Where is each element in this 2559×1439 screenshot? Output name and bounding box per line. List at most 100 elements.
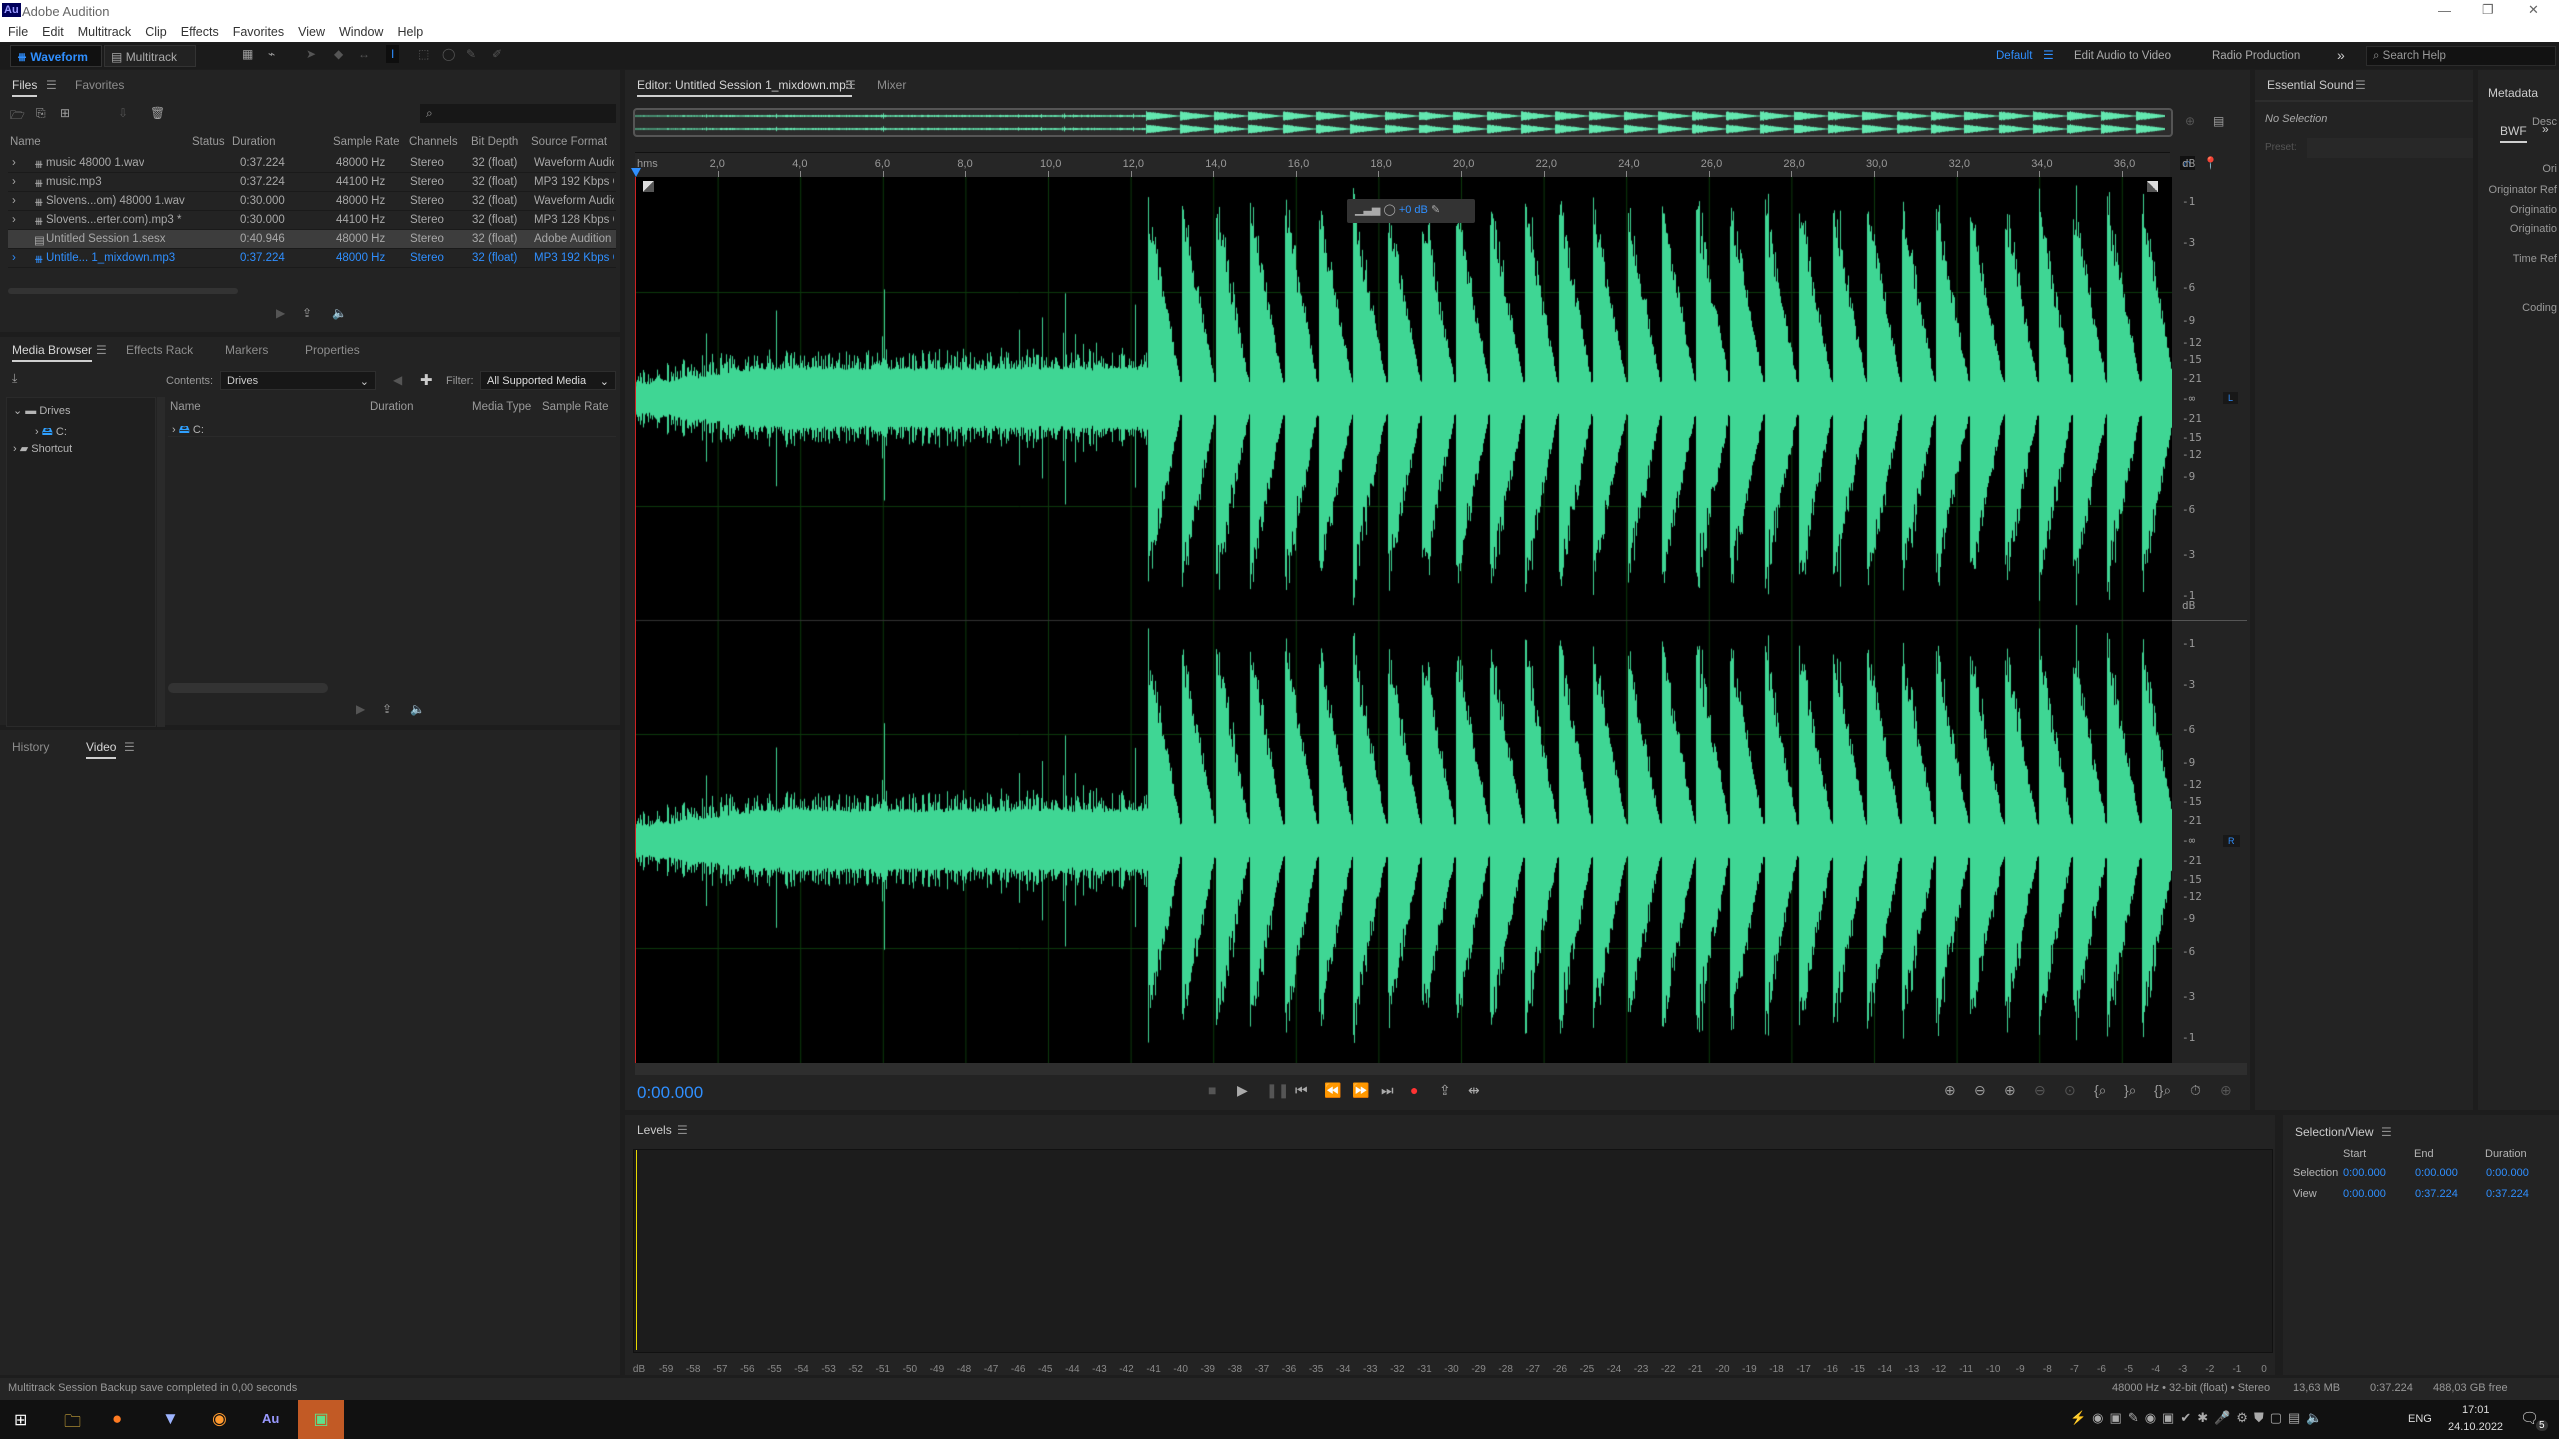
stop-button[interactable]: ■ [1208, 1082, 1216, 1098]
new-file-icon[interactable]: ⊞ [60, 106, 70, 120]
language-indicator[interactable]: ENG [2408, 1413, 2432, 1425]
tab-media-browser[interactable]: Media Browser [12, 343, 93, 362]
col-status[interactable]: Status [192, 136, 225, 148]
app-icon[interactable]: ◉ [212, 1409, 227, 1429]
fade-out-handle[interactable] [2147, 181, 2158, 192]
autoplay-icon[interactable]: 🔈 [332, 306, 347, 320]
tab-history[interactable]: History [12, 740, 49, 754]
playhead-marker[interactable] [631, 168, 641, 177]
zoom-reset-icon[interactable]: ⏱ [2190, 1082, 2201, 1099]
tab-effects-rack[interactable]: Effects Rack [126, 343, 193, 357]
pause-button[interactable]: ❚❚ [1266, 1082, 1289, 1099]
workspace-more-button[interactable]: » [2337, 47, 2345, 63]
zoom-in-time-icon[interactable]: ⊕ [2004, 1082, 2016, 1099]
pin-icon[interactable]: 📍 [2203, 156, 2218, 170]
delete-icon[interactable]: 🗑 [150, 106, 165, 120]
waveform-view-button[interactable]: ⧻ Waveform [10, 45, 102, 67]
play-preview-icon[interactable]: ▶ [356, 702, 365, 716]
col-name[interactable]: Name [170, 401, 201, 413]
file-row[interactable]: › ⧻ music 48000 1.wav 0:37.224 48000 Hz Stere… [8, 154, 616, 173]
file-explorer-icon[interactable]: 🗀 [64, 1409, 81, 1438]
menu-multitrack[interactable]: Multitrack [78, 25, 131, 39]
essential-sound-menu-icon[interactable]: ☰ [2355, 78, 2366, 92]
close-button[interactable]: ✕ [2528, 2, 2539, 18]
zoom-in-point-icon[interactable]: {⌕ [2094, 1082, 2107, 1099]
col-source-format[interactable]: Source Format [531, 136, 607, 148]
insert-into-multitrack-icon[interactable]: ⇩ [118, 106, 128, 120]
col-duration[interactable]: Duration [232, 136, 275, 148]
zoom-out-point-icon[interactable]: }⌕ [2124, 1082, 2137, 1099]
zoom-out-full-icon[interactable]: ⊙ [2064, 1082, 2076, 1099]
skip-to-end-button[interactable]: ⏭ [1381, 1082, 1394, 1099]
col-name[interactable]: Name [10, 136, 41, 148]
tab-bwf[interactable]: BWF [2500, 124, 2527, 143]
file-row[interactable]: › ⧻ Slovens...om) 48000 1.wav 0:30.000 48000… [8, 192, 616, 211]
skip-to-start-button[interactable]: ⏮ [1295, 1082, 1308, 1099]
firefox-icon[interactable]: ● [112, 1409, 122, 1429]
workspace-radio-production[interactable]: Radio Production [2212, 50, 2300, 62]
menu-window[interactable]: Window [339, 25, 383, 39]
zoom-in-amplitude-icon[interactable]: ⊕ [1944, 1082, 1956, 1099]
tree-drive-c[interactable]: › 🖴 C: [35, 423, 67, 442]
menu-help[interactable]: Help [397, 25, 423, 39]
zoom-out-time-icon[interactable]: ⊖ [2034, 1082, 2046, 1099]
clock-date[interactable]: 24.10.2022 [2448, 1421, 2503, 1433]
file-row[interactable]: ▤ Untitled Session 1.sesx 0:40.946 48000 Hz… [8, 230, 616, 249]
selection-duration[interactable]: 0:00.000 [2486, 1167, 2529, 1179]
files-scrollbar[interactable] [8, 288, 238, 294]
list-view-icon[interactable]: ▤ [2213, 114, 2224, 128]
time-selection-tool-icon[interactable]: I [386, 45, 400, 63]
workspace-default[interactable]: Default [1996, 50, 2032, 62]
tab-video[interactable]: Video [86, 740, 117, 759]
waveform-display[interactable]: ▁▃▅ ◯ +0 dB ✎ [635, 177, 2172, 1063]
tab-files[interactable]: Files [12, 78, 38, 97]
media-scrollbar[interactable] [168, 683, 328, 693]
menu-effects[interactable]: Effects [181, 25, 219, 39]
files-menu-icon[interactable]: ☰ [46, 78, 57, 92]
zoom-to-selection-icon[interactable]: {}⌕ [2154, 1082, 2171, 1099]
autoplay-icon[interactable]: 🔈 [410, 702, 425, 716]
fade-in-handle[interactable] [643, 181, 654, 192]
view-end[interactable]: 0:37.224 [2415, 1188, 2458, 1200]
record-button[interactable]: ● [1410, 1082, 1418, 1098]
splitter-handle[interactable] [157, 397, 165, 727]
tree-shortcut[interactable]: › ▰ Shortcut [13, 442, 72, 455]
tab-favorites[interactable]: Favorites [75, 78, 124, 92]
play-button[interactable]: ▶ [1237, 1082, 1248, 1099]
file-row[interactable]: › ⧻ music.mp3 0:37.224 44100 Hz Stereo 32 (flo… [8, 173, 616, 192]
selection-view-menu-icon[interactable]: ☰ [2381, 1125, 2392, 1139]
menu-view[interactable]: View [298, 25, 325, 39]
skip-selection-button[interactable]: ⇹ [1468, 1082, 1480, 1099]
pin-icon[interactable]: ✎ [1431, 204, 1440, 216]
clock-time[interactable]: 17:01 [2462, 1404, 2490, 1416]
media-list-item[interactable]: › 🖴 C: [168, 419, 616, 437]
time-ruler[interactable]: hms 2,0 4,0 6,0 8,0 10,0 12,0 14,0 16,0 18,0 20,0… [635, 152, 2170, 178]
col-duration[interactable]: Duration [370, 401, 413, 413]
tab-editor[interactable]: Editor: Untitled Session 1_mixdown.mp3 [637, 78, 853, 97]
loop-preview-icon[interactable]: ⇪ [382, 702, 392, 716]
minimize-button[interactable]: — [2438, 3, 2451, 18]
channel-r-button[interactable]: R [2223, 835, 2240, 847]
lasso-tool-icon[interactable]: ◯ [442, 47, 455, 61]
expand-chevron-icon[interactable]: › [12, 195, 16, 207]
preset-dropdown[interactable] [2307, 138, 2473, 158]
search-help-field[interactable]: ⌕ Search Help [2366, 46, 2556, 66]
vpn-icon[interactable]: ▼ [162, 1409, 179, 1429]
tree-drives[interactable]: ⌄ ▬ Drives [13, 404, 71, 417]
restore-button[interactable]: ❐ [2482, 2, 2494, 18]
contents-dropdown[interactable]: Drives ⌄ [220, 371, 376, 390]
menu-edit[interactable]: Edit [42, 25, 64, 39]
razor-tool-icon[interactable]: ◆ [334, 47, 343, 61]
filter-dropdown[interactable]: All Supported Media ⌄ [480, 371, 616, 390]
fast-forward-button[interactable]: ⏩ [1352, 1082, 1369, 1099]
amplitude-ruler[interactable]: dB -1 -3 -6 -9 -12 -15 -21 -∞ -21 -15 -12 -9 -6 -3 -1 dB… [2172, 157, 2247, 1063]
back-arrow-icon[interactable]: ◀ [393, 373, 402, 387]
spectral-pitch-icon[interactable]: ⌁ [268, 47, 275, 61]
expand-chevron-icon[interactable]: › [12, 157, 16, 169]
col-channels[interactable]: Channels [409, 136, 458, 148]
spectral-frequency-icon[interactable]: ▦ [242, 47, 253, 61]
multitrack-view-button[interactable]: ▤ Multitrack [104, 45, 196, 67]
slip-tool-icon[interactable]: ↔ [358, 47, 370, 61]
open-file-icon[interactable]: 🗁 [10, 106, 25, 127]
tab-markers[interactable]: Markers [225, 343, 268, 357]
